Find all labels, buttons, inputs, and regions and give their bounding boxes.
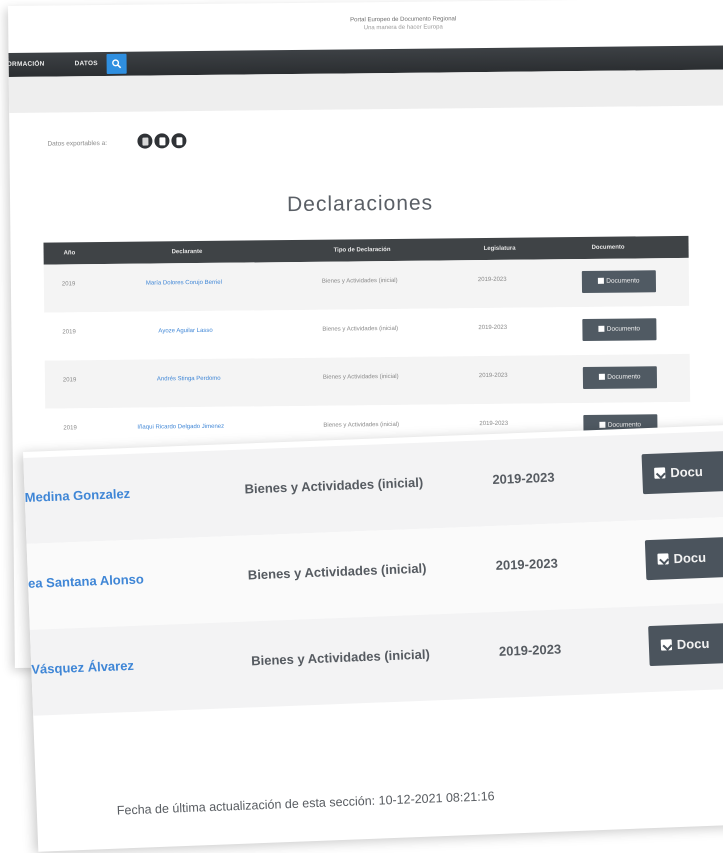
document-button[interactable]: Docu xyxy=(648,621,723,667)
column-header: Tipo de Declaración xyxy=(333,247,391,254)
column-header: Año xyxy=(63,250,76,257)
document-button[interactable]: Docu xyxy=(644,535,723,581)
type-cell: Bienes y Actividades (inicial) xyxy=(247,560,427,583)
term-cell: 2019-2023 xyxy=(492,469,555,487)
declarant-link[interactable]: Ayoze Aguilar Lasso xyxy=(158,311,213,360)
declarant-link[interactable]: Vásquez Álvarez xyxy=(30,626,136,716)
page-title: Declaraciones xyxy=(286,191,434,217)
term-cell: 2019-2023 xyxy=(498,641,562,659)
external-link-icon xyxy=(598,325,605,332)
nav-item-datos[interactable]: DATOS xyxy=(74,52,98,76)
type-cell: Bienes y Actividades (inicial) xyxy=(322,373,399,381)
declarant-link[interactable]: María Dolores Corujo Berriel xyxy=(146,263,223,312)
document-icon[interactable] xyxy=(154,133,170,149)
document-button[interactable]: Documento xyxy=(582,366,658,389)
year-cell: 2019 xyxy=(62,329,76,336)
external-link-icon xyxy=(657,553,669,565)
table-row: 2019 Ayoze Aguilar Lasso Bienes y Activi… xyxy=(44,305,690,361)
table-row: 2019 Andrés Stinga Perdomo Bienes y Acti… xyxy=(44,353,691,409)
declarant-link[interactable]: Medina Gonzalez xyxy=(23,454,132,544)
external-link-icon xyxy=(599,421,606,428)
declarant-link[interactable]: Andrés Stinga Perdomo xyxy=(157,359,221,408)
year-cell: 2019 xyxy=(61,281,76,288)
type-cell: Bienes y Actividades (inicial) xyxy=(244,474,424,497)
nav-item-formacion[interactable]: FORMACIÓN xyxy=(8,53,45,77)
type-cell: Bienes y Actividades (inicial) xyxy=(322,325,399,333)
external-link-icon xyxy=(598,277,605,284)
term-cell: 2019-2023 xyxy=(478,372,508,380)
term-cell: 2019-2023 xyxy=(478,324,508,332)
table-row: 2019 María Dolores Corujo Berriel Bienes… xyxy=(43,257,690,313)
search-button[interactable] xyxy=(106,53,127,74)
column-header: Documento xyxy=(591,244,625,251)
site-header: Portal Europeo de Documento Regional Una… xyxy=(8,12,723,36)
type-cell: Bienes y Actividades (inicial) xyxy=(321,277,398,285)
document-icon[interactable] xyxy=(171,133,187,149)
column-header: Declarante xyxy=(171,248,203,256)
sub-header-band xyxy=(8,68,723,113)
last-updated-text: Fecha de última actualización de esta se… xyxy=(116,789,495,818)
external-link-icon xyxy=(654,467,666,479)
declarant-link[interactable]: ea Santana Alonso xyxy=(27,539,146,629)
document-button[interactable]: Documento xyxy=(582,318,657,342)
document-button[interactable]: Documento xyxy=(581,270,657,294)
type-cell: Bienes y Actividades (inicial) xyxy=(250,646,431,669)
year-cell: 2019 xyxy=(62,377,77,384)
pdf-icon[interactable] xyxy=(137,133,153,149)
term-cell: 2019-2023 xyxy=(477,276,507,284)
document-button[interactable]: Docu xyxy=(641,449,723,495)
term-cell: 2019-2023 xyxy=(495,555,559,573)
search-icon xyxy=(112,59,122,69)
zoomed-table-fragment: Medina Gonzalez Bienes y Actividades (in… xyxy=(23,422,723,852)
column-header: Legislatura xyxy=(483,245,516,253)
export-label: Datos exportables a: xyxy=(47,139,108,148)
external-link-icon xyxy=(599,373,606,380)
external-link-icon xyxy=(660,639,673,651)
